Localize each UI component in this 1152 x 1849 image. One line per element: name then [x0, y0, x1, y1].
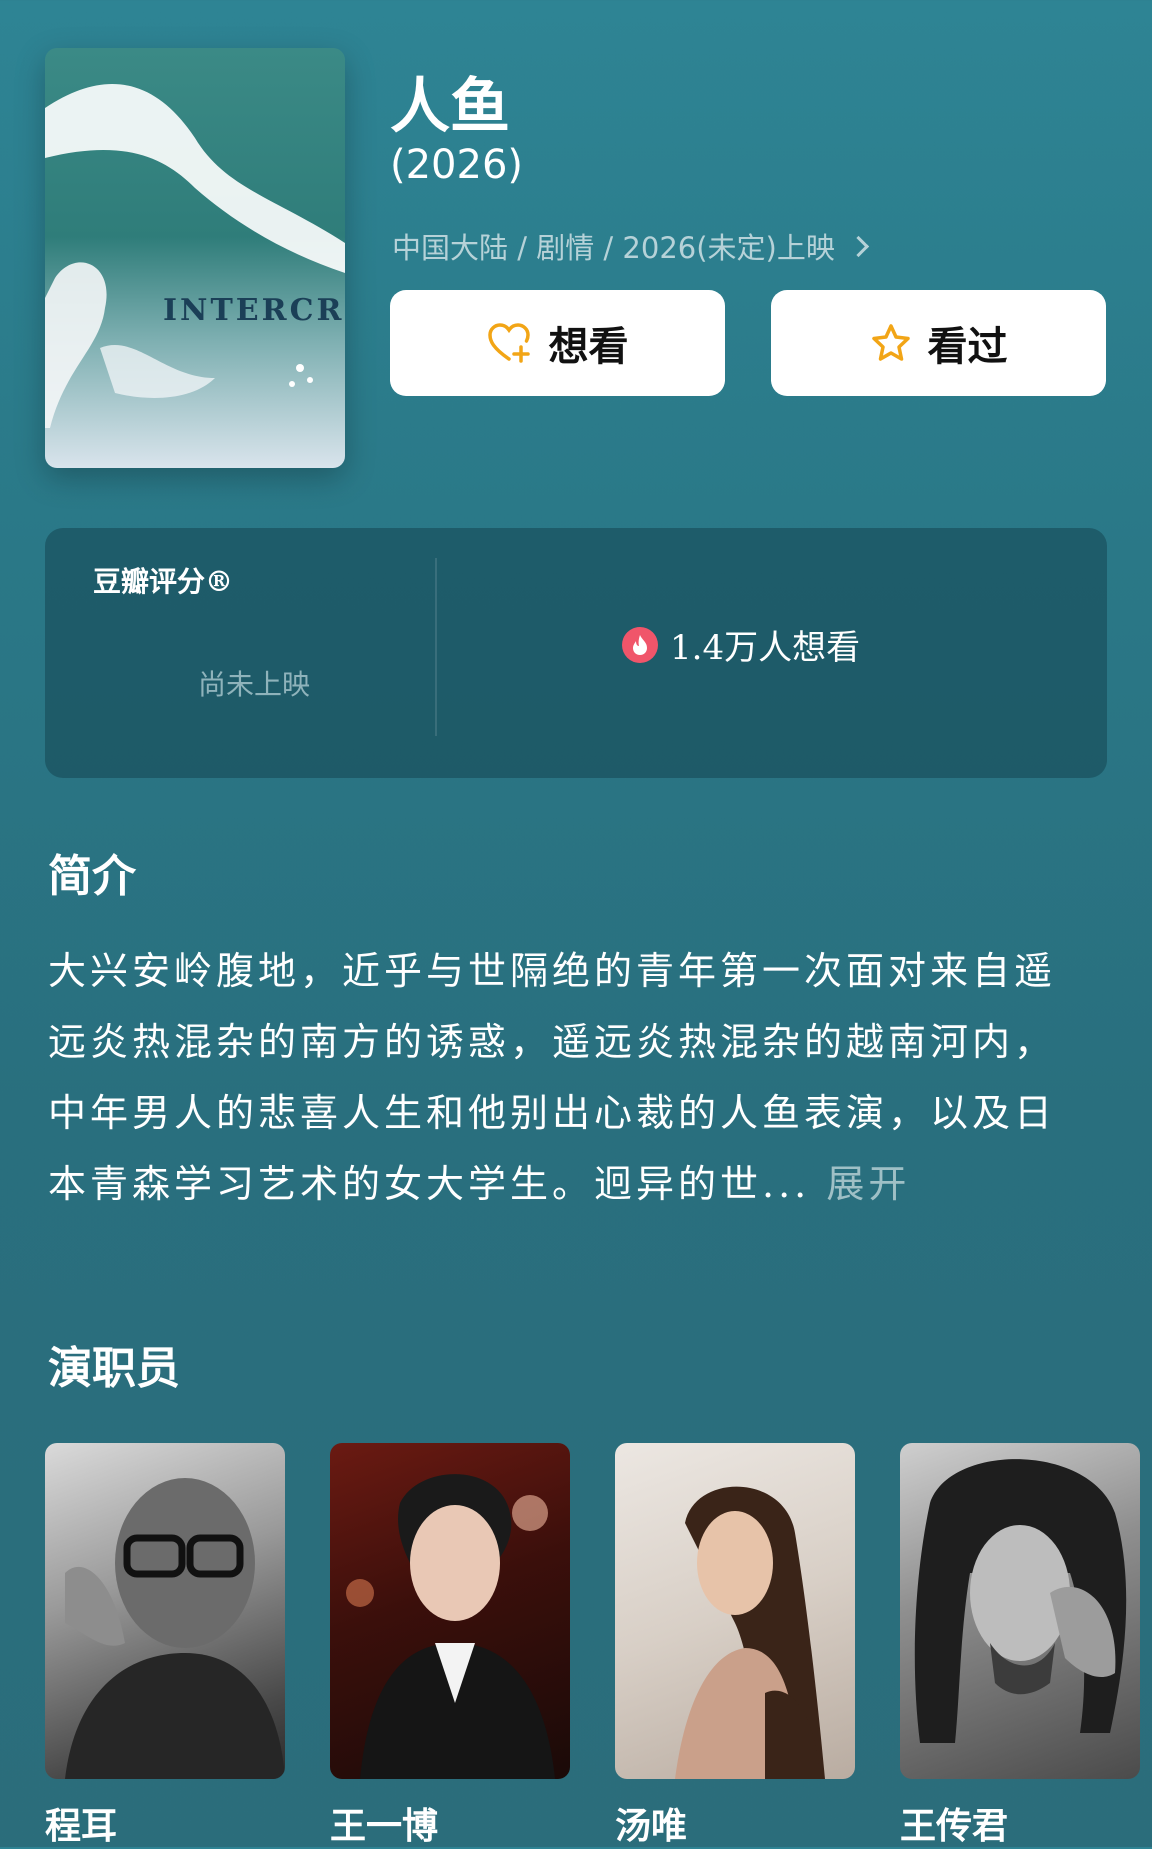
summary-heading: 简介	[48, 851, 136, 902]
avatar	[615, 1443, 855, 1779]
cast-member[interactable]: 程耳	[45, 1443, 285, 1849]
cast-name: 王一博	[330, 1805, 439, 1847]
rating-divider	[435, 558, 437, 736]
cast-heading: 演职员	[48, 1343, 180, 1394]
movie-poster[interactable]: INTERCR	[45, 48, 345, 468]
movie-meta-text: 中国大陆 / 剧情 / 2026(未定)上映	[392, 231, 835, 265]
rating-label: 豆瓣评分®	[93, 565, 234, 598]
rating-status: 尚未上映	[198, 668, 311, 701]
cast-name: 王传君	[900, 1805, 1009, 1847]
movie-year: (2026)	[390, 142, 524, 188]
cast-name: 汤唯	[615, 1805, 688, 1847]
movie-meta-link[interactable]: 中国大陆 / 剧情 / 2026(未定)上映	[392, 225, 869, 267]
star-icon	[871, 324, 910, 361]
watched-label: 看过	[927, 323, 1008, 370]
avatar	[45, 1443, 285, 1779]
poster-text: INTERCR	[163, 293, 345, 328]
avatar	[330, 1443, 570, 1779]
expand-link[interactable]: 展开	[826, 1162, 910, 1206]
rating-card: 豆瓣评分® 尚未上映 1.4万人想看	[45, 528, 1107, 778]
cast-member[interactable]: 王传君	[900, 1443, 1140, 1849]
want-to-watch-button[interactable]: 想看	[390, 290, 725, 396]
watched-button[interactable]: 看过	[771, 290, 1106, 396]
fire-icon	[622, 626, 658, 663]
cast-member[interactable]: 王一博	[330, 1443, 570, 1849]
want-count-text: 1.4万人想看	[670, 628, 861, 668]
summary-text: 大兴安岭腹地，近乎与世隔绝的青年第一次面对来自遥远炎热混杂的南方的诱惑，遥远炎热…	[48, 936, 1088, 1220]
heart-plus-icon	[487, 323, 530, 363]
chevron-right-icon	[847, 235, 869, 257]
want-count[interactable]: 1.4万人想看	[622, 620, 860, 669]
movie-title: 人鱼	[390, 72, 510, 142]
cast-name: 程耳	[45, 1805, 118, 1847]
want-to-watch-label: 想看	[548, 323, 629, 370]
cast-member[interactable]: 汤唯	[615, 1443, 855, 1849]
poster-art	[45, 84, 345, 428]
avatar	[900, 1443, 1140, 1779]
